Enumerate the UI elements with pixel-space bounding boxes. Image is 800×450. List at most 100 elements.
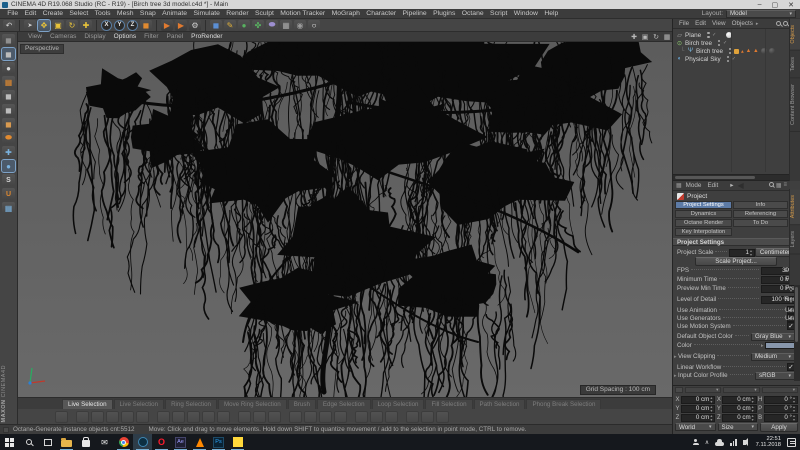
tab-takes[interactable]: Takes [790, 51, 800, 78]
menu-tools[interactable]: Tools [91, 10, 113, 17]
taskbar-photoshop[interactable]: Ps [209, 434, 228, 450]
scale-tool-icon[interactable]: ▣ [52, 20, 64, 31]
vp-menu-panel[interactable]: Panel [163, 33, 188, 40]
tag-icon[interactable]: ✓ [732, 56, 736, 62]
lock-icon[interactable]: ▦ [776, 182, 782, 189]
panel-icon[interactable]: ▦ [676, 182, 682, 189]
lock-z-axis-button[interactable]: Z [127, 20, 138, 31]
light-icon[interactable]: ○ [308, 20, 320, 31]
tab-attributes[interactable]: Attributes [790, 189, 800, 225]
menu-select[interactable]: Select [66, 10, 91, 17]
zoom-view-icon[interactable]: ▣ [640, 33, 650, 41]
menu-simulate[interactable]: Simulate [190, 10, 223, 17]
tab-dynamics[interactable]: Dynamics [675, 210, 732, 218]
vp-menu-filter[interactable]: Filter [140, 33, 162, 40]
am-menu-mode[interactable]: Mode [684, 182, 704, 189]
viewport[interactable]: Perspective Grid Spacing : 100 cm [18, 42, 672, 397]
vp-menu-prorender[interactable]: ProRender [187, 33, 226, 40]
volume-icon[interactable] [743, 440, 746, 445]
chevron-up-icon[interactable]: ∧ [705, 439, 709, 446]
scrollbar-thumb[interactable] [795, 287, 798, 342]
menu-snap[interactable]: Snap [137, 10, 159, 17]
tag-icon[interactable]: ✓ [712, 32, 716, 38]
snap-settings-icon[interactable]: S [2, 174, 15, 186]
taskbar-sticky-notes[interactable] [228, 434, 247, 450]
rotate-tool-icon[interactable]: ↻ [66, 20, 78, 31]
project-scale-input[interactable]: 1▴▾ [729, 249, 755, 257]
tab-objects[interactable]: Objects [790, 19, 800, 51]
tab-project-settings[interactable]: Project Settings [675, 201, 732, 209]
minimize-button[interactable]: – [758, 1, 762, 9]
tool-tab-ring-selection[interactable]: Ring Selection [165, 399, 217, 409]
vp-menu-display[interactable]: Display [80, 33, 109, 40]
menu-script[interactable]: Script [487, 10, 511, 17]
view-label[interactable]: Perspective [20, 44, 64, 54]
render-settings-icon[interactable]: ⚙ [189, 20, 201, 31]
menu-edit[interactable]: Edit [21, 10, 39, 17]
tab-referencing[interactable]: Referencing [733, 210, 788, 218]
menu-sculpt[interactable]: Sculpt [252, 10, 277, 17]
last-tool-icon[interactable]: ✚ [80, 20, 92, 31]
vp-menu-options[interactable]: Options [110, 33, 140, 40]
default-object-color-dropdown[interactable]: Gray Blue▾ [751, 333, 795, 341]
scale-project-button[interactable]: Scale Project... [695, 257, 777, 266]
rot-b-input[interactable]: 0 °▴▾ [764, 414, 798, 422]
menu-mesh[interactable]: Mesh [114, 10, 137, 17]
taskbar-cinema4d[interactable] [133, 434, 152, 450]
menu-file[interactable]: File [4, 10, 21, 17]
onedrive-icon[interactable] [715, 442, 724, 446]
history-back-icon[interactable]: ◀ [737, 181, 743, 190]
camera-icon[interactable]: ◉ [294, 20, 306, 31]
menu-render[interactable]: Render [223, 10, 252, 17]
om-menu-view[interactable]: View [709, 20, 729, 27]
subdivision-surface-icon[interactable]: ● [238, 20, 250, 31]
size-z-input[interactable]: 0 cm▴▾ [722, 414, 756, 422]
tab-content-browser[interactable]: Content Browser [790, 78, 800, 132]
workplane-mode-icon[interactable]: ▦ [2, 76, 15, 88]
rotate-view-icon[interactable]: ↻ [651, 33, 661, 41]
am-menu-edit[interactable]: Edit [705, 182, 720, 189]
tool-tab-brush[interactable]: Brush [288, 399, 316, 409]
tab-to-do[interactable]: To Do [733, 219, 788, 227]
menu-help[interactable]: Help [541, 10, 561, 17]
tab-key-interpolation[interactable]: Key Interpolation [675, 228, 732, 236]
taskbar-mail[interactable]: ✉ [95, 434, 114, 450]
taskbar-chrome[interactable] [114, 434, 133, 450]
tool-tab-move-ring-selection[interactable]: Move Ring Selection [218, 399, 287, 409]
om-menu-objects[interactable]: Objects [729, 20, 756, 27]
lock-y-axis-button[interactable]: Y [114, 20, 125, 31]
action-center-icon[interactable] [787, 438, 796, 447]
visibility-dots[interactable] [706, 32, 710, 39]
menu-animate[interactable]: Animate [159, 10, 190, 17]
coordinate-axes-icon[interactable]: ✚ [2, 146, 15, 158]
make-editable-icon[interactable]: ◼ [2, 34, 15, 46]
move-tool-icon[interactable]: ✥ [38, 20, 50, 31]
object-row-birch-child[interactable]: └ Ψ Birch tree ▾ ▲ ▲ [673, 47, 788, 55]
model-mode-icon[interactable]: ◼ [2, 48, 15, 60]
mouse-input-icon[interactable]: ● [2, 160, 15, 172]
menu-mograph[interactable]: MoGraph [328, 10, 363, 17]
task-view-button[interactable] [38, 434, 57, 450]
mograph-icon[interactable]: ✤ [252, 20, 264, 31]
view-clipping-dropdown[interactable]: Medium▾ [751, 353, 795, 361]
floor-icon[interactable]: ▦ [280, 20, 292, 31]
texture-mode-icon[interactable]: ● [2, 62, 15, 74]
taskbar-clock[interactable]: 22:51 7.11.2018 [756, 436, 781, 449]
menu-motion-tracker[interactable]: Motion Tracker [277, 10, 328, 17]
tag-chip[interactable] [734, 49, 739, 54]
visibility-dots[interactable] [726, 56, 730, 63]
size-y-input[interactable]: 0 cm▴▾ [722, 405, 756, 413]
filter-icon[interactable] [783, 21, 788, 26]
deformer-icon[interactable]: ⬬ [266, 20, 278, 31]
pos-z-input[interactable]: 0 cm▴▾ [681, 414, 715, 422]
color-swatch[interactable] [765, 342, 795, 349]
taskbar-opera[interactable]: O [152, 434, 171, 450]
size-mode-dropdown[interactable]: Size▾ [718, 423, 759, 431]
tool-tab-phong-break-selection[interactable]: Phong Break Selection [526, 399, 601, 409]
grid-snap-icon[interactable]: ▦ [2, 202, 15, 214]
visibility-dots[interactable] [717, 40, 721, 47]
vp-menu-view[interactable]: View [24, 33, 46, 40]
tab-info[interactable]: Info [733, 201, 788, 209]
maximize-button[interactable]: ▢ [772, 1, 779, 9]
search-icon[interactable] [769, 182, 774, 187]
